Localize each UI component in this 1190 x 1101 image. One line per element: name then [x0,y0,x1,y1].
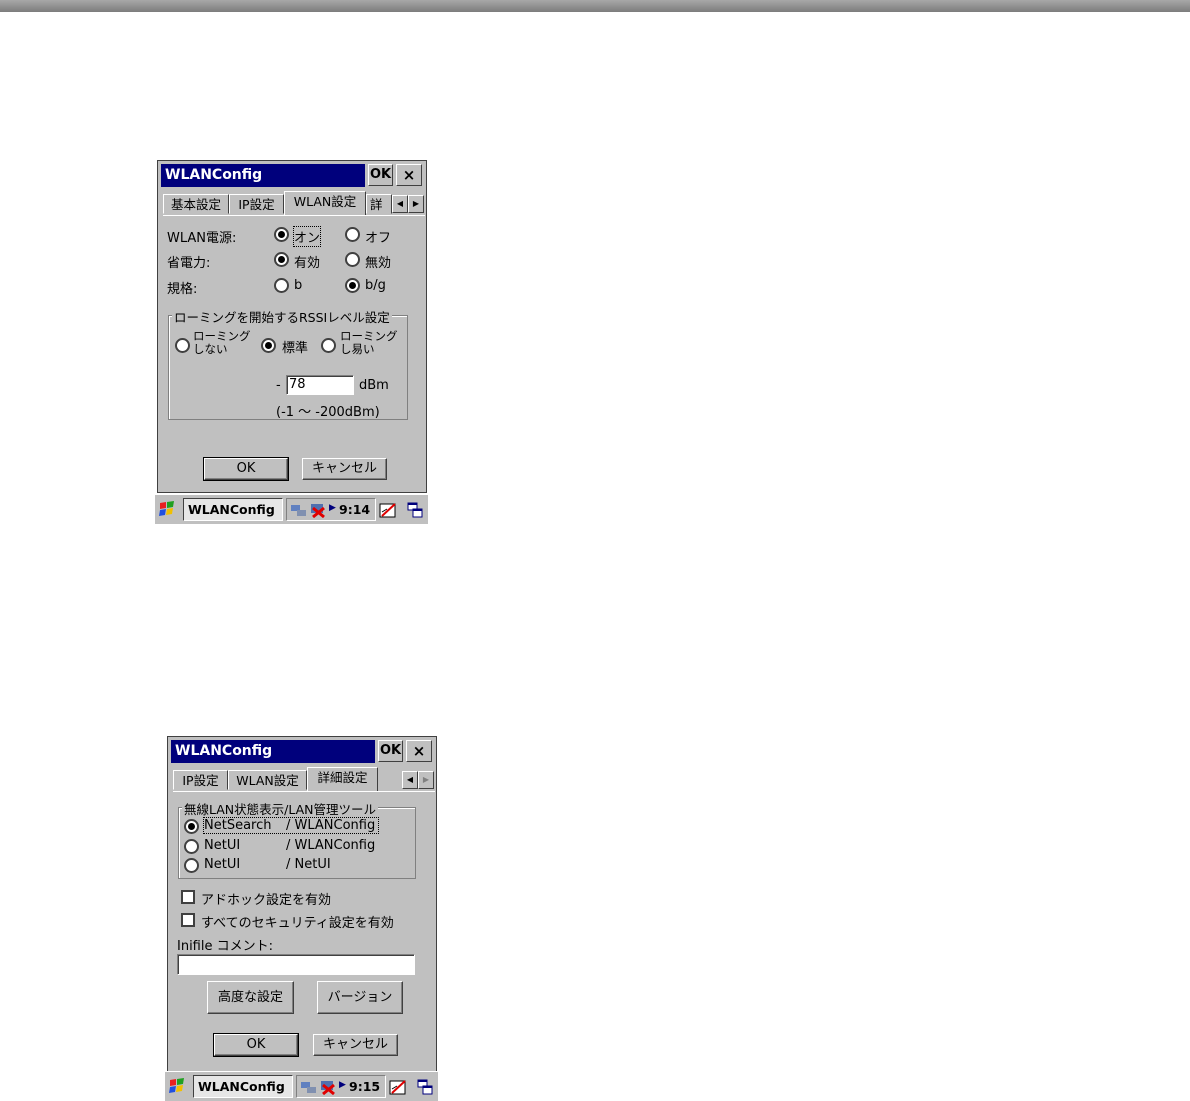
inifile-comment-label: Inifile コメント: [177,939,273,954]
netui-netui-label: NetUI / NetUI [204,857,331,872]
wlan-power-on-label: オン [292,226,322,247]
wlanconfig-window-1: WLANConfig OK × 基本設定 IP設定 WLAN設定 詳細 ◀ ▶ … [157,160,427,493]
network-icon[interactable] [300,1080,318,1094]
tab-divider [173,791,435,792]
disconnected-network-icon[interactable] [319,1079,337,1095]
close-button[interactable]: × [396,164,422,186]
ok-button[interactable]: OK [213,1033,299,1057]
tab-strip: 基本設定 IP設定 WLAN設定 詳細 ◀ ▶ [163,191,425,215]
tab-ip[interactable]: IP設定 [229,194,284,214]
adhoc-label: アドホック設定を有効 [201,893,332,908]
tool-group-title: 無線LAN状態表示/LAN管理ツール [182,799,379,818]
rssi-minus-sign: - [276,378,281,393]
network-icon[interactable] [290,503,308,517]
wlan-power-label: WLAN電源: [167,231,237,246]
title-bar: WLANConfig [171,740,375,763]
roaming-group: ローミングを開始するRSSIレベル設定 ローミング しない 標準 ローミング し… [168,307,408,420]
taskbar-1: WLANConfig ▶ 9:14 [155,494,428,524]
wlanconfig-window-2: WLANConfig OK × IP設定 WLAN設定 詳細設定 ◀ ▶ 無線L… [167,736,437,1072]
tab-strip: IP設定 WLAN設定 詳細設定 ◀ ▶ [173,767,435,791]
rssi-unit-label: dBm [359,378,389,393]
tab-divider [163,215,425,216]
netsearch-wlanconfig-radio[interactable] [184,819,199,834]
windows-start-icon[interactable] [167,1077,187,1095]
wlan-power-off-label: オフ [365,231,392,246]
standard-b-radio[interactable] [274,278,289,293]
cancel-button[interactable]: キャンセル [313,1034,398,1056]
roaming-group-title: ローミングを開始するRSSIレベル設定 [172,307,392,326]
desktop-switch-icon[interactable] [406,501,424,519]
tab-scroll-left-button[interactable]: ◀ [392,195,408,213]
netsearch-wlanconfig-label: NetSearch / WLANConfig [203,817,379,834]
inifile-comment-input[interactable] [177,954,415,975]
tray-expand-icon[interactable]: ▶ [339,1080,346,1090]
netui-wlanconfig-label: NetUI / WLANConfig [204,838,376,853]
clock: 9:15 [349,1079,381,1094]
input-panel-icon[interactable] [388,1078,408,1096]
wlan-power-on-radio[interactable] [274,227,289,242]
netui-netui-radio[interactable] [184,858,199,873]
rssi-level-input[interactable]: 78 [286,375,354,395]
taskbar-wlanconfig-button[interactable]: WLANConfig [193,1075,293,1098]
version-button[interactable]: バージョン [317,981,403,1014]
system-tray: ▶ 9:15 [296,1075,386,1098]
standard-bg-label: b/g [365,278,386,293]
power-save-label: 省電力: [167,256,211,271]
netui-wlanconfig-radio[interactable] [184,839,199,854]
windows-start-icon[interactable] [157,500,177,518]
tab-scroll-right-button[interactable]: ▶ [408,195,424,213]
advanced-settings-button[interactable]: 高度な設定 [207,981,294,1014]
title-ok-button[interactable]: OK [378,740,403,762]
standard-label: 規格: [167,282,198,297]
tab-scroll-right-button[interactable]: ▶ [418,771,434,789]
cancel-button[interactable]: キャンセル [302,458,387,480]
window-title: WLANConfig [165,167,263,183]
all-security-checkbox[interactable] [181,913,195,927]
tab-wlan[interactable]: WLAN設定 [284,191,366,215]
taskbar-2: WLANConfig ▶ 9:15 [165,1071,438,1101]
taskbar-wlanconfig-button[interactable]: WLANConfig [183,498,283,521]
title-bar: WLANConfig [161,164,365,187]
roaming-standard-label: 標準 [282,341,309,356]
tab-wlan[interactable]: WLAN設定 [228,770,307,790]
page-top-rule [0,0,1190,12]
ok-button[interactable]: OK [203,457,289,481]
roaming-easy-radio[interactable] [321,338,336,353]
roaming-easy-label: ローミング し易い [340,329,398,356]
tab-scroll-left-button[interactable]: ◀ [402,771,418,789]
rssi-range-label: (-1 ～ -200dBm) [276,405,380,420]
power-save-off-label: 無効 [365,256,392,271]
wlan-power-off-radio[interactable] [345,227,360,242]
tool-group: 無線LAN状態表示/LAN管理ツール NetSearch / WLANConfi… [178,799,416,879]
title-ok-button[interactable]: OK [368,164,393,186]
roaming-standard-radio[interactable] [261,338,276,353]
tab-detail[interactable]: 詳細設定 [307,767,378,791]
roaming-none-radio[interactable] [175,338,190,353]
standard-bg-radio[interactable] [345,278,360,293]
tray-expand-icon[interactable]: ▶ [329,503,336,513]
tab-basic[interactable]: 基本設定 [163,194,229,214]
standard-b-label: b [294,278,303,293]
input-panel-icon[interactable] [378,501,398,519]
adhoc-checkbox[interactable] [181,890,195,904]
close-button[interactable]: × [406,740,432,762]
clock: 9:14 [339,502,371,517]
power-save-on-radio[interactable] [274,252,289,267]
system-tray: ▶ 9:14 [286,498,376,521]
all-security-label: すべてのセキュリティ設定を有効 [201,916,394,931]
power-save-on-label: 有効 [294,256,321,271]
disconnected-network-icon[interactable] [309,502,327,518]
roaming-none-label: ローミング しない [193,329,251,356]
desktop-switch-icon[interactable] [416,1078,434,1096]
tab-ip[interactable]: IP設定 [173,770,228,790]
window-title: WLANConfig [175,743,273,759]
power-save-off-radio[interactable] [345,252,360,267]
tab-detail[interactable]: 詳細 [366,194,392,214]
